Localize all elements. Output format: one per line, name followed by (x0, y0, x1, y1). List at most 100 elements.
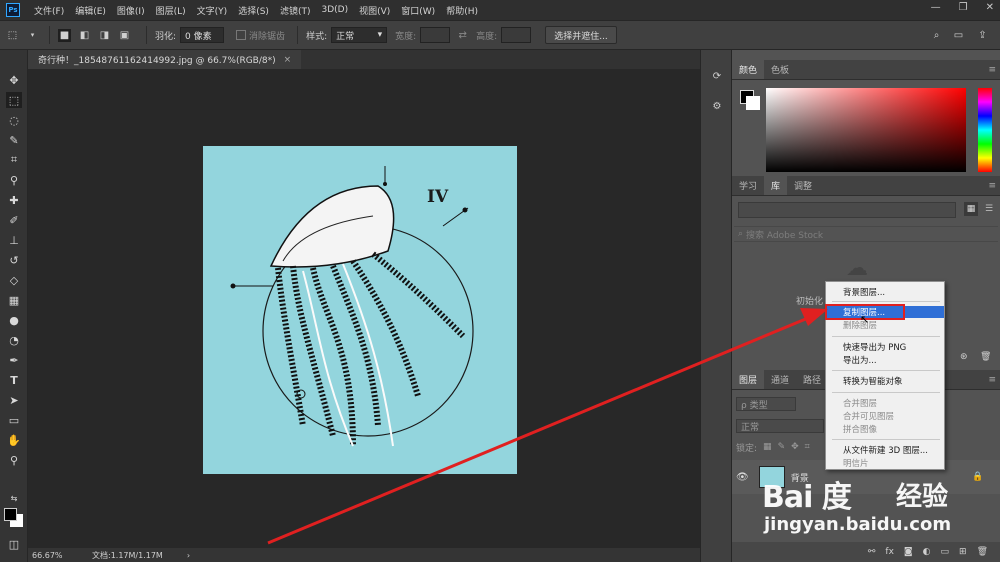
search-icon[interactable]: ⌕ (930, 29, 943, 42)
chevron-right-icon[interactable]: › (187, 551, 190, 560)
menu-type[interactable]: 文字(Y) (197, 4, 228, 17)
tab-channels[interactable]: 通道 (764, 370, 796, 389)
quick-mask-icon[interactable]: ◫ (6, 536, 22, 552)
new-selection-icon[interactable]: ■ (58, 28, 71, 42)
tab-adjustments[interactable]: 调整 (787, 176, 819, 195)
foreground-color-swatch[interactable] (4, 508, 17, 521)
menu-select[interactable]: 选择(S) (238, 4, 269, 17)
stamp-tool-icon[interactable]: ⊥ (6, 232, 22, 248)
pen-tool-icon[interactable]: ✒ (6, 352, 22, 368)
crop-tool-icon[interactable]: ⌗ (6, 152, 22, 168)
share-icon[interactable]: ⇪ (976, 29, 989, 42)
hand-tool-icon[interactable]: ✋ (6, 432, 22, 448)
lasso-tool-icon[interactable]: ◌ (6, 112, 22, 128)
zoom-tool-icon[interactable]: ⚲ (6, 452, 22, 468)
chevron-down-icon[interactable]: ▾ (26, 29, 39, 42)
menu-item-new-3d-layer[interactable]: 从文件新建 3D 图层... (827, 444, 944, 456)
new-layer-icon[interactable]: ⊞ (959, 547, 967, 557)
width-input[interactable] (420, 27, 451, 43)
quick-select-tool-icon[interactable]: ✎ (6, 132, 22, 148)
blend-mode-select[interactable]: 正常 (736, 419, 824, 433)
menu-edit[interactable]: 编辑(E) (75, 4, 106, 17)
dodge-tool-icon[interactable]: ◔ (6, 332, 22, 348)
menu-item-flatten-image[interactable]: 拼合图像 (827, 423, 944, 435)
lock-pixels-icon[interactable]: ▦ (763, 442, 772, 452)
panel-menu-icon[interactable]: ≡ (988, 60, 996, 79)
layer-filter-select[interactable]: ρ 类型 (736, 397, 796, 411)
menu-item-quick-export-png[interactable]: 快速导出为 PNG (827, 341, 944, 353)
menu-item-merge-visible[interactable]: 合并可见图层 (827, 410, 944, 422)
minimize-icon[interactable]: — (931, 2, 941, 13)
menu-3d[interactable]: 3D(D) (321, 5, 348, 15)
swap-icon[interactable]: ⇄ (456, 29, 469, 42)
menu-help[interactable]: 帮助(H) (446, 4, 478, 17)
tab-paths[interactable]: 路径 (796, 370, 828, 389)
panel-menu-icon[interactable]: ≡ (988, 370, 996, 389)
height-input[interactable] (501, 27, 532, 43)
brush-tool-icon[interactable]: ✐ (6, 212, 22, 228)
feather-input[interactable]: 0 像素 (180, 27, 225, 43)
hue-slider[interactable] (978, 88, 992, 172)
close-icon[interactable]: ✕ (986, 2, 994, 13)
menu-view[interactable]: 视图(V) (359, 4, 390, 17)
grid-view-icon[interactable]: ▦ (964, 202, 978, 216)
menu-item-postcard[interactable]: 明信片 (827, 457, 944, 469)
tab-swatches[interactable]: 色板 (764, 60, 796, 79)
lock-artboard-icon[interactable]: ⌗ (805, 442, 810, 452)
workspace-icon[interactable]: ▭ (952, 29, 965, 42)
link-layers-icon[interactable]: ⚯ (868, 547, 876, 557)
menu-item-export-as[interactable]: 导出为... (827, 354, 944, 366)
eyedropper-tool-icon[interactable]: ⚲ (6, 172, 22, 188)
menu-item-convert-smart-object[interactable]: 转换为智能对象 (827, 375, 944, 387)
close-icon[interactable]: × (284, 55, 292, 65)
background-color-swatch[interactable] (746, 96, 760, 110)
properties-icon[interactable]: ⚙ (709, 98, 725, 114)
menu-layer[interactable]: 图层(L) (156, 4, 186, 17)
panel-menu-icon[interactable]: ≡ (988, 176, 996, 195)
swap-colors-icon[interactable]: ⇆ (6, 490, 22, 506)
tab-libraries[interactable]: 库 (764, 176, 788, 195)
gradient-tool-icon[interactable]: ▦ (6, 292, 22, 308)
add-mask-icon[interactable]: ◙ (904, 547, 913, 557)
style-select[interactable]: 正常 ▾ (331, 27, 388, 43)
menu-item-merge-layers[interactable]: 合并图层 (827, 397, 944, 409)
eraser-tool-icon[interactable]: ◇ (6, 272, 22, 288)
trash-icon[interactable]: 🗑 (980, 352, 991, 362)
healing-brush-tool-icon[interactable]: ✚ (6, 192, 22, 208)
intersect-selection-icon[interactable]: ▣ (118, 29, 131, 42)
marquee-preset-icon[interactable]: ⬚ (6, 29, 19, 42)
menu-file[interactable]: 文件(F) (34, 4, 64, 17)
fx-icon[interactable]: fx (885, 547, 894, 557)
type-tool-icon[interactable]: T (6, 372, 22, 388)
path-select-tool-icon[interactable]: ➤ (6, 392, 22, 408)
history-icon[interactable]: ⟳ (709, 68, 725, 84)
antialias-checkbox[interactable] (236, 30, 247, 40)
zoom-level[interactable]: 66.67% (32, 551, 92, 560)
library-select[interactable] (738, 202, 956, 218)
cloud-sync-icon[interactable]: ⊛ (960, 352, 968, 362)
color-picker-field[interactable] (766, 88, 966, 172)
blur-tool-icon[interactable]: ● (6, 312, 22, 328)
shape-tool-icon[interactable]: ▭ (6, 412, 22, 428)
visibility-eye-icon[interactable]: 👁 (736, 472, 749, 483)
canvas-area[interactable]: IV (28, 69, 700, 548)
list-view-icon[interactable]: ☰ (982, 202, 996, 216)
menu-item-delete-layer[interactable]: 删除图层 (827, 319, 944, 331)
restore-icon[interactable]: ❐ (959, 2, 968, 13)
select-and-mask-button[interactable]: 选择并遮住... (545, 26, 617, 44)
tab-color[interactable]: 颜色 (732, 60, 765, 79)
history-brush-tool-icon[interactable]: ↺ (6, 252, 22, 268)
subtract-selection-icon[interactable]: ◨ (98, 29, 111, 42)
tab-layers[interactable]: 图层 (732, 370, 765, 389)
tab-learn[interactable]: 学习 (732, 176, 764, 195)
menu-item-background-layer[interactable]: 背景图层... (827, 286, 944, 298)
lock-position-icon[interactable]: ✥ (791, 442, 799, 452)
add-selection-icon[interactable]: ◧ (78, 29, 91, 42)
stock-search-input[interactable]: ⌕ 搜索 Adobe Stock (734, 226, 998, 242)
menu-image[interactable]: 图像(I) (117, 4, 145, 17)
move-tool-icon[interactable]: ✥ (6, 72, 22, 88)
document-tab[interactable]: 奇行种！_185487611624149​92.jpg @ 66.7%(RGB/… (28, 50, 302, 69)
new-group-icon[interactable]: ▭ (941, 547, 950, 557)
adjustment-layer-icon[interactable]: ◐ (923, 547, 931, 557)
trash-icon[interactable]: 🗑 (977, 547, 988, 557)
